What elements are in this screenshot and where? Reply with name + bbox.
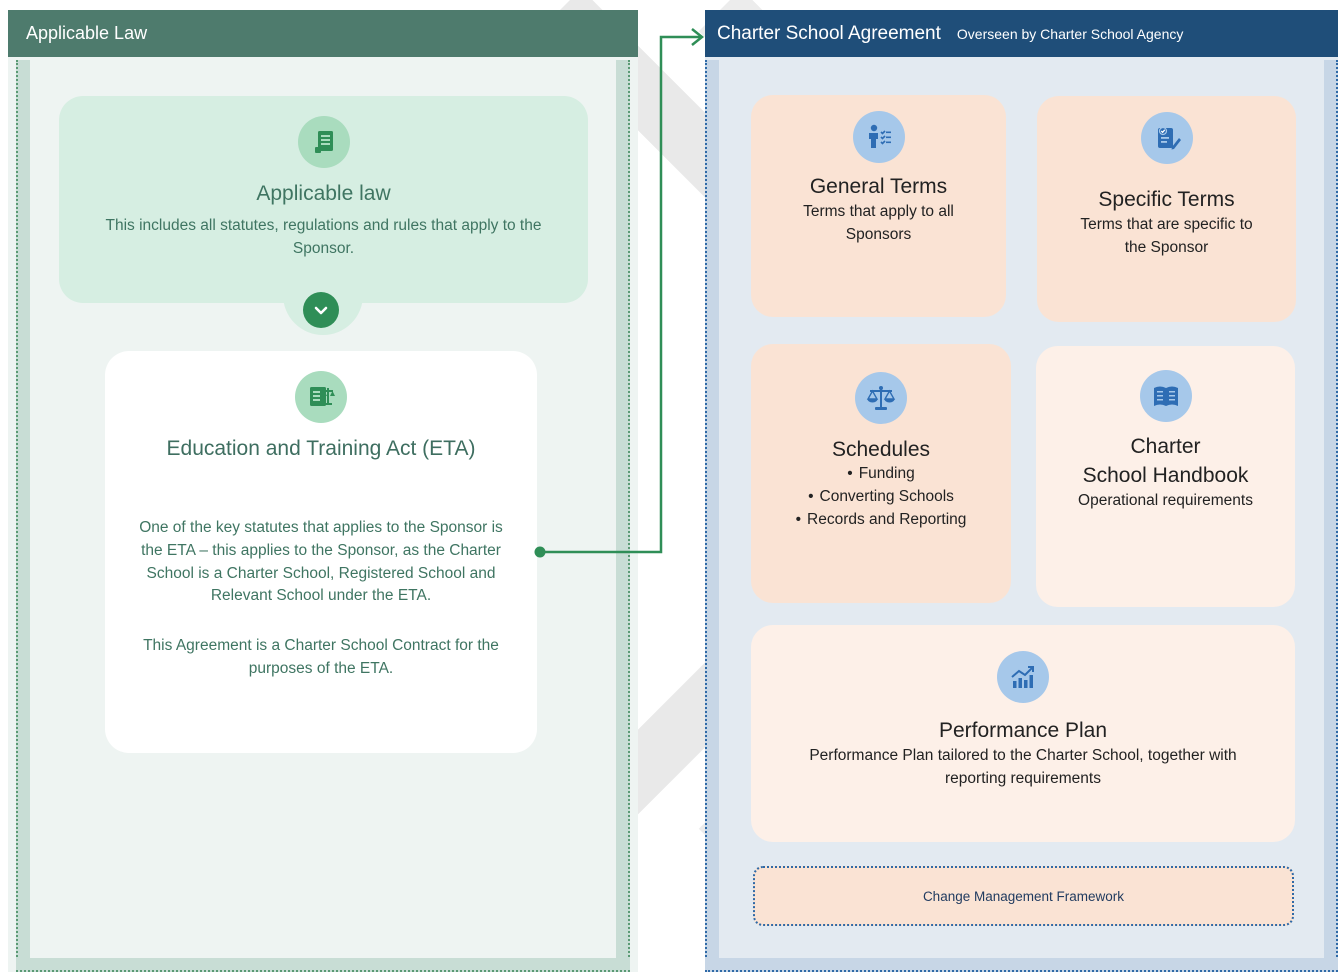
specific-terms-title: Specific Terms [1098,188,1235,211]
growth-chart-icon [997,651,1049,703]
handbook-title-line1: Charter [1130,435,1201,458]
connector-arrowhead [691,28,705,46]
applicable-law-title: Applicable law [256,182,391,205]
handbook-title-line2: School Handbook [1082,464,1249,487]
document-icon [297,116,350,168]
applicable-law-card: Applicable law This includes all statute… [59,96,588,303]
person-checklist-icon [852,111,905,163]
performance-plan-card: Performance Plan Performance Plan tailor… [751,625,1295,842]
schedules-item-converting-schools: Converting Schools [751,485,1011,508]
schedules-item-records-reporting: Records and Reporting [751,508,1011,531]
general-terms-description: Terms that apply to all Sponsors [803,203,954,243]
change-management-framework-box: Change Management Framework [753,866,1294,926]
charter-agreement-header: Charter School Agreement Overseen by Cha… [705,10,1338,57]
right-panel-rail-right [1324,60,1338,972]
performance-plan-description: Performance Plan tailored to the Charter… [809,747,1237,787]
applicable-law-description: This includes all statutes, regulations … [105,217,542,257]
charter-agreement-header-subtitle: Overseen by Charter School Agency [956,25,1184,42]
handbook-title: Charter School Handbook [1036,432,1295,490]
open-book-icon [1139,370,1192,422]
schedules-card: Schedules Funding Converting Schools Rec… [751,344,1011,603]
applicable-law-header: Applicable Law [8,10,638,57]
handbook-description: Operational requirements [1078,492,1253,509]
legal-scroll-icon [295,371,347,423]
specific-terms-description: Terms that are specific to the Sponsor [1080,216,1253,256]
left-panel-rail-left [16,60,30,972]
handbook-card: Charter School Handbook Operational requ… [1036,346,1295,607]
eta-description-contract: This Agreement is a Charter School Contr… [143,637,499,677]
eta-title: Education and Training Act (ETA) [166,437,476,460]
clipboard-edit-icon [1140,112,1193,164]
scales-icon [855,372,907,424]
right-panel-rail-left [705,60,719,972]
general-terms-card: General Terms Terms that apply to all Sp… [751,95,1006,317]
specific-terms-card: Specific Terms Terms that are specific t… [1037,96,1296,322]
applicable-law-header-title: Applicable Law [26,23,148,43]
charter-agreement-header-title: Charter School Agreement [717,22,941,44]
eta-description: One of the key statutes that applies to … [139,519,503,605]
schedules-item-funding: Funding [751,462,1011,485]
left-panel-rail-right [616,60,630,972]
left-panel-rail-bottom [16,958,630,972]
change-management-framework-label: Change Management Framework [922,888,1125,904]
eta-card: Education and Training Act (ETA) One of … [105,351,537,753]
schedules-list: Funding Converting Schools Records and R… [751,462,1011,531]
schedules-title: Schedules [831,438,931,461]
performance-plan-title: Performance Plan [938,719,1108,742]
right-panel-rail-bottom [705,958,1338,972]
chevron-down-icon[interactable] [303,292,339,328]
general-terms-title: General Terms [809,175,948,198]
